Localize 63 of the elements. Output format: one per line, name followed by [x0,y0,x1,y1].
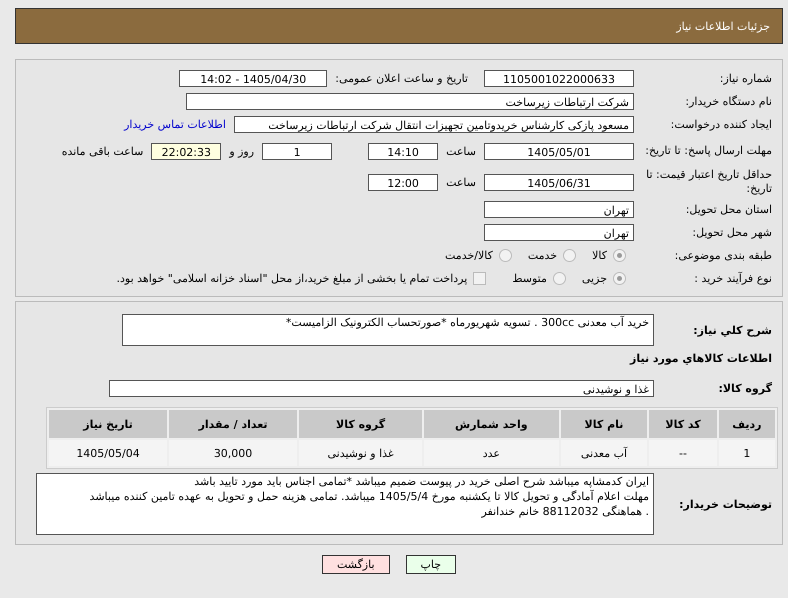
field-label: ساعت [446,144,476,158]
field-label: نام دستگاه خریدار: [684,94,773,108]
field-label: ساعت باقی مانده [62,144,144,158]
column-header: ردیف [718,410,775,438]
text-field[interactable]: 1405/04/30 - 14:02 [179,70,328,86]
field-label: روز و [229,144,254,158]
field-label: ساعت [446,176,476,188]
section-title: اطلاعات کالاهاي مورد نياز [630,352,773,364]
contact-link[interactable]: اطلاعات تماس خریدار [124,118,226,130]
text-field[interactable]: 12:00 [368,174,438,190]
field-label: حداقل تاریخ اعتبار قیمت: تا تاریخ: [645,168,773,196]
column-header: کد کالا [649,410,717,438]
table-cell: 1 [718,440,775,466]
field-label: ایجاد کننده درخواست: [670,118,773,130]
text-field[interactable]: 14:10 [368,142,438,160]
text-field[interactable]: 1405/05/01 [484,142,634,160]
field-label: توضیحات خریدار: [678,498,773,510]
field-label: شهر محل تحویل: [691,226,773,238]
table-cell: آب معدنی [560,440,648,466]
page-title: جزئیات اطلاعات نیاز [676,20,770,32]
column-header: نام کالا [560,410,648,438]
field-label: تاریخ و ساعت اعلان عمومی: [335,72,468,84]
table-cell: عدد [424,440,559,466]
text-field[interactable]: ایران کدمشاپه میباشد شرح اصلی خرید در پیوست ضمیم میباشد *تمامی اجناس باید مورد تایید باشد مهلت اعلام آمادگی و تحویل کالا تا یکشنبه مورخ 1405/5/4 میباشد. تمامی هزینه حمل و تحویل به عهده تامین کننده میباشد . هماهنگی 88112032 خانم خندانفر [36,473,654,535]
field-label: گروه کالا: [717,382,773,394]
field-label: متوسط [512,272,547,284]
table-cell: -- [649,440,717,466]
text-field[interactable]: غذا و نوشیدنی [109,380,654,396]
radio-button[interactable] [613,272,626,284]
text-field[interactable]: شرکت ارتباطات زیرساخت [186,92,634,110]
table-cell: 1405/05/04 [49,440,168,466]
radio-button[interactable] [498,248,512,262]
column-header: گروه کالا [299,410,422,438]
radio-button[interactable] [613,248,626,262]
field-label: استان محل تحویل: [684,202,773,216]
field-label: مهلت ارسال پاسخ: تا تاریخ: [644,144,773,158]
field-label: کالا [592,248,607,262]
field-label: نوع فرآیند خرید : [693,272,773,284]
checkbox[interactable] [473,272,486,284]
field-label: شرح کلي نياز: [692,324,773,336]
text-field[interactable]: 1105001022000633 [484,70,634,86]
field-label: شماره نیاز: [718,72,773,84]
text-field[interactable]: خرید آب معدنی 300cc . تسویه شهریورماه *صورتحساب الکترونیک الزامیست* [122,314,654,346]
print-button[interactable]: چاپ [406,555,456,574]
column-header: تاریخ نیاز [49,410,168,438]
text-field[interactable]: 1 [262,142,332,160]
table-cell: 30,000 [169,440,298,466]
text-field[interactable]: مسعود پازکی کارشناس خریدوتامین تجهیزات انتقال شرکت ارتباطات زیرساخت [234,116,634,132]
radio-button[interactable] [563,248,576,262]
field-label: کالا/خدمت [445,248,493,262]
text-field[interactable]: تهران [484,224,634,240]
text-field[interactable]: 1405/06/31 [484,174,634,190]
back-button[interactable]: بازگشت [322,555,390,574]
text-field[interactable]: تهران [484,200,634,218]
field-label: طبقه بندی موضوعی: [674,248,773,262]
column-header: تعداد / مقدار [169,410,298,438]
text-field[interactable]: 22:02:33 [151,142,222,160]
field-label: پرداخت تمام یا بخشی از مبلغ خرید،از محل "اسناد خزانه اسلامی" خواهد بود. [116,272,468,284]
radio-button[interactable] [552,272,566,284]
field-label: جزیی [582,272,607,284]
table-cell: غذا و نوشیدنی [299,440,422,466]
column-header: واحد شمارش [424,410,559,438]
field-label: خدمت [528,248,558,262]
